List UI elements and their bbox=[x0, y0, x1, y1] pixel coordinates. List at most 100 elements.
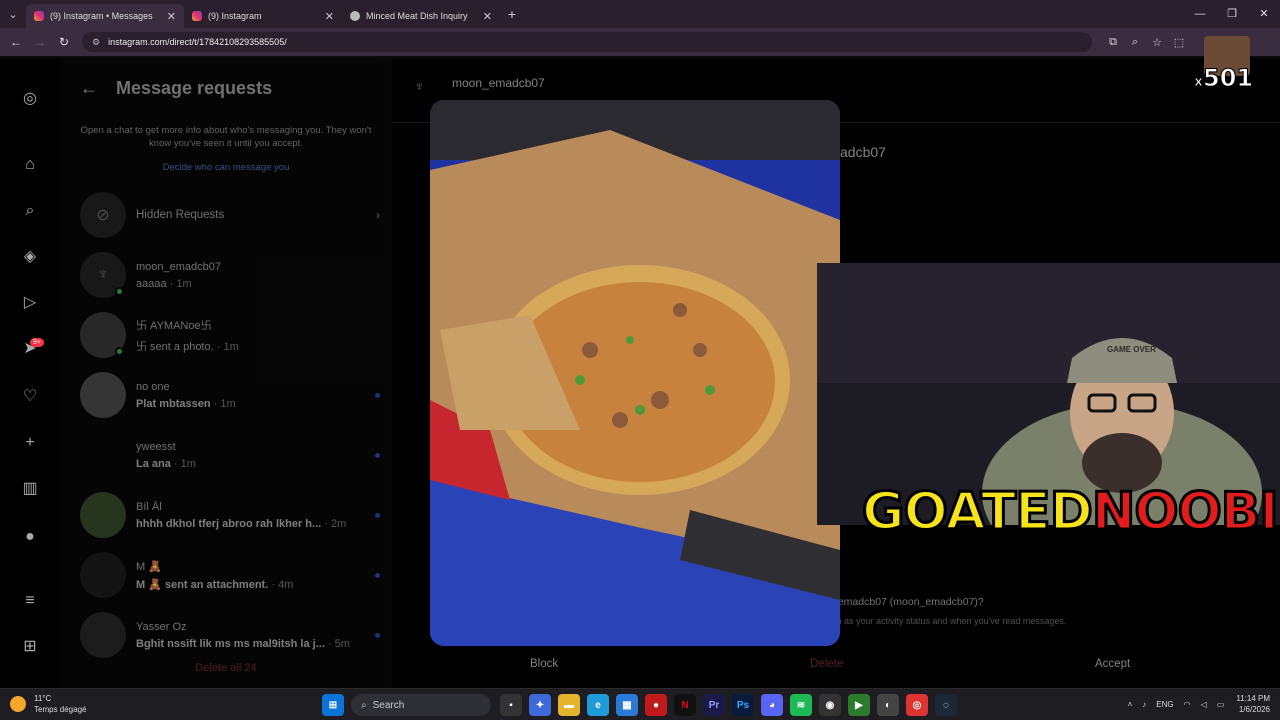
unread-dot bbox=[375, 632, 380, 638]
github-icon[interactable]: ◐ bbox=[877, 694, 899, 716]
discord-icon[interactable]: ◕ bbox=[761, 694, 783, 716]
dashboard-icon[interactable]: ▥ bbox=[19, 478, 41, 500]
profile-avatar-icon[interactable]: ● bbox=[19, 526, 41, 548]
eye-off-icon: ⊘ bbox=[80, 192, 126, 238]
chat-username[interactable]: moon_emadcb07 bbox=[452, 76, 545, 90]
conversation-name: Yasser Oz bbox=[136, 620, 187, 633]
reels-icon[interactable]: ▷ bbox=[19, 292, 41, 314]
battery-icon[interactable]: ▭ bbox=[1217, 700, 1225, 709]
cap-text: GAME OVER bbox=[1107, 345, 1156, 354]
clock[interactable]: 11:14 PM 1/6/2026 bbox=[1236, 693, 1270, 715]
close-tab-icon[interactable]: ✕ bbox=[167, 10, 176, 23]
store-icon[interactable]: ▦ bbox=[616, 694, 638, 716]
windows-start-icon[interactable]: ⊞ bbox=[322, 694, 344, 716]
file-explorer-icon[interactable]: ▬ bbox=[558, 694, 580, 716]
back-icon[interactable]: ← bbox=[4, 35, 28, 49]
close-window-icon[interactable]: ✕ bbox=[1248, 0, 1280, 28]
profile-name: adcb07 bbox=[840, 144, 886, 160]
conversation-name: Bíl Âl bbox=[136, 500, 162, 513]
install-app-icon[interactable]: ⧉ bbox=[1102, 36, 1124, 49]
explore-icon[interactable]: ◈ bbox=[19, 246, 41, 268]
conversation-time: · 1m bbox=[216, 340, 239, 353]
decide-who-can-message-link[interactable]: Decide who can message you bbox=[80, 162, 372, 173]
url-bar[interactable]: ⚙ instagram.com/direct/t/178421082935855… bbox=[82, 32, 1092, 52]
conversation-name: no one bbox=[136, 380, 170, 393]
new-tab-button[interactable]: + bbox=[500, 6, 524, 22]
netflix-icon[interactable]: N bbox=[674, 694, 696, 716]
obs-icon[interactable]: ◉ bbox=[819, 694, 841, 716]
hidden-requests-item[interactable]: ⊘ Hidden Requests › bbox=[80, 190, 380, 240]
microphone-icon[interactable]: ♪ bbox=[1142, 700, 1146, 709]
search-icon[interactable]: ⌕ bbox=[19, 200, 41, 222]
apps-grid-icon[interactable]: ⊞ bbox=[19, 636, 41, 658]
multiplier-prefix: x bbox=[1193, 74, 1204, 91]
tab-search-icon[interactable]: ⌄ bbox=[0, 0, 26, 28]
conversation-preview: La ana bbox=[136, 457, 171, 470]
tray-chevron-icon[interactable]: ˄ bbox=[1128, 700, 1133, 709]
list-item[interactable]: no one Plat mbtassen · 1m bbox=[80, 370, 380, 420]
chrome-icon[interactable]: ◎ bbox=[906, 694, 928, 716]
avatar bbox=[80, 312, 126, 358]
multiplier-value: 501 bbox=[1203, 64, 1254, 93]
premiere-icon[interactable]: Pr bbox=[703, 694, 725, 716]
menu-icon[interactable]: ≡ bbox=[19, 590, 41, 612]
wifi-icon[interactable]: ◠ bbox=[1184, 700, 1191, 709]
avatar: ♆ bbox=[80, 252, 126, 298]
tab-title: Minced Meat Dish Inquiry bbox=[366, 11, 468, 21]
accept-question: _emadcb07 (moon_emadcb07)? bbox=[832, 596, 984, 608]
list-item[interactable]: M 🧸 M 🧸 sent an attachment. · 4m bbox=[80, 550, 380, 600]
taskbar-search[interactable]: ⌕ Search bbox=[351, 694, 491, 716]
restore-icon[interactable]: ❐ bbox=[1216, 0, 1248, 28]
instagram-logo-icon[interactable]: ◎ bbox=[19, 88, 41, 110]
zoom-icon[interactable]: ⌕ bbox=[1124, 36, 1146, 49]
close-tab-icon[interactable]: ✕ bbox=[483, 10, 492, 23]
conversation-time: · 5m bbox=[327, 637, 350, 650]
close-tab-icon[interactable]: ✕ bbox=[325, 10, 334, 23]
delete-all-button[interactable]: Delete all 24 bbox=[80, 662, 372, 674]
volume-icon[interactable]: ◁ bbox=[1201, 700, 1207, 709]
unread-dot bbox=[375, 452, 380, 458]
address-toolbar: ← → ↻ ⚙ instagram.com/direct/t/178421082… bbox=[0, 28, 1280, 56]
app-red-icon[interactable]: ● bbox=[645, 694, 667, 716]
spotify-icon[interactable]: ≋ bbox=[790, 694, 812, 716]
browser-tab-bar: ⌄ (9) Instagram • Messages ✕ (9) Instagr… bbox=[0, 0, 1280, 28]
forward-icon[interactable]: → bbox=[28, 35, 52, 49]
list-item[interactable]: yweesst La ana · 1m bbox=[80, 430, 380, 480]
home-icon[interactable]: ⌂ bbox=[19, 154, 41, 176]
photoshop-icon[interactable]: Ps bbox=[732, 694, 754, 716]
clock-date: 1/6/2026 bbox=[1238, 705, 1270, 714]
block-button[interactable]: Block bbox=[530, 658, 558, 670]
edge-icon[interactable]: e bbox=[587, 694, 609, 716]
notifications-heart-icon[interactable]: ♡ bbox=[19, 386, 41, 408]
tab-instagram[interactable]: (9) Instagram ✕ bbox=[184, 4, 342, 28]
multiplier-counter: x501 bbox=[1193, 64, 1254, 93]
create-icon[interactable]: + bbox=[19, 432, 41, 454]
list-item[interactable]: Yasser Oz Bghit nssift lik ms ms mal9its… bbox=[80, 610, 380, 660]
extensions-icon[interactable]: ⬚ bbox=[1168, 36, 1190, 49]
back-arrow-icon[interactable]: ← bbox=[80, 78, 98, 99]
shared-photo[interactable] bbox=[430, 100, 840, 646]
list-item[interactable]: Bíl Âl hhhh dkhol tferj abroo rah lkher … bbox=[80, 490, 380, 540]
app-green-icon[interactable]: ▶ bbox=[848, 694, 870, 716]
avatar bbox=[80, 492, 126, 538]
instagram-icon bbox=[192, 11, 202, 21]
list-item[interactable]: 卐 AYMANoe卐 卐 sent a photo. · 1m bbox=[80, 310, 380, 360]
language-indicator[interactable]: ENG bbox=[1156, 700, 1173, 709]
tab-instagram-messages[interactable]: (9) Instagram • Messages ✕ bbox=[26, 4, 184, 28]
copilot-icon[interactable]: ✦ bbox=[529, 694, 551, 716]
weather-condition: Temps dégagé bbox=[34, 705, 87, 714]
bookmark-star-icon[interactable]: ☆ bbox=[1146, 36, 1168, 49]
weather-widget[interactable]: 11°C Temps dégagé bbox=[10, 693, 86, 715]
site-info-icon[interactable]: ⚙ bbox=[92, 37, 100, 48]
steam-icon[interactable]: ◌ bbox=[935, 694, 957, 716]
accept-button[interactable]: Accept bbox=[1095, 658, 1130, 670]
task-view-icon[interactable]: ▪ bbox=[500, 694, 522, 716]
logo-goated: GOATED bbox=[861, 481, 1095, 544]
tab-minced-meat[interactable]: Minced Meat Dish Inquiry ✕ bbox=[342, 4, 500, 28]
delete-button[interactable]: Delete bbox=[810, 658, 843, 670]
reload-icon[interactable]: ↻ bbox=[52, 35, 76, 49]
globe-icon bbox=[350, 11, 360, 21]
minimize-icon[interactable]: — bbox=[1184, 0, 1216, 28]
chat-avatar[interactable]: ♆ bbox=[414, 78, 425, 94]
list-item[interactable]: ♆ moon_emadcb07 ааааа · 1m bbox=[80, 250, 380, 300]
